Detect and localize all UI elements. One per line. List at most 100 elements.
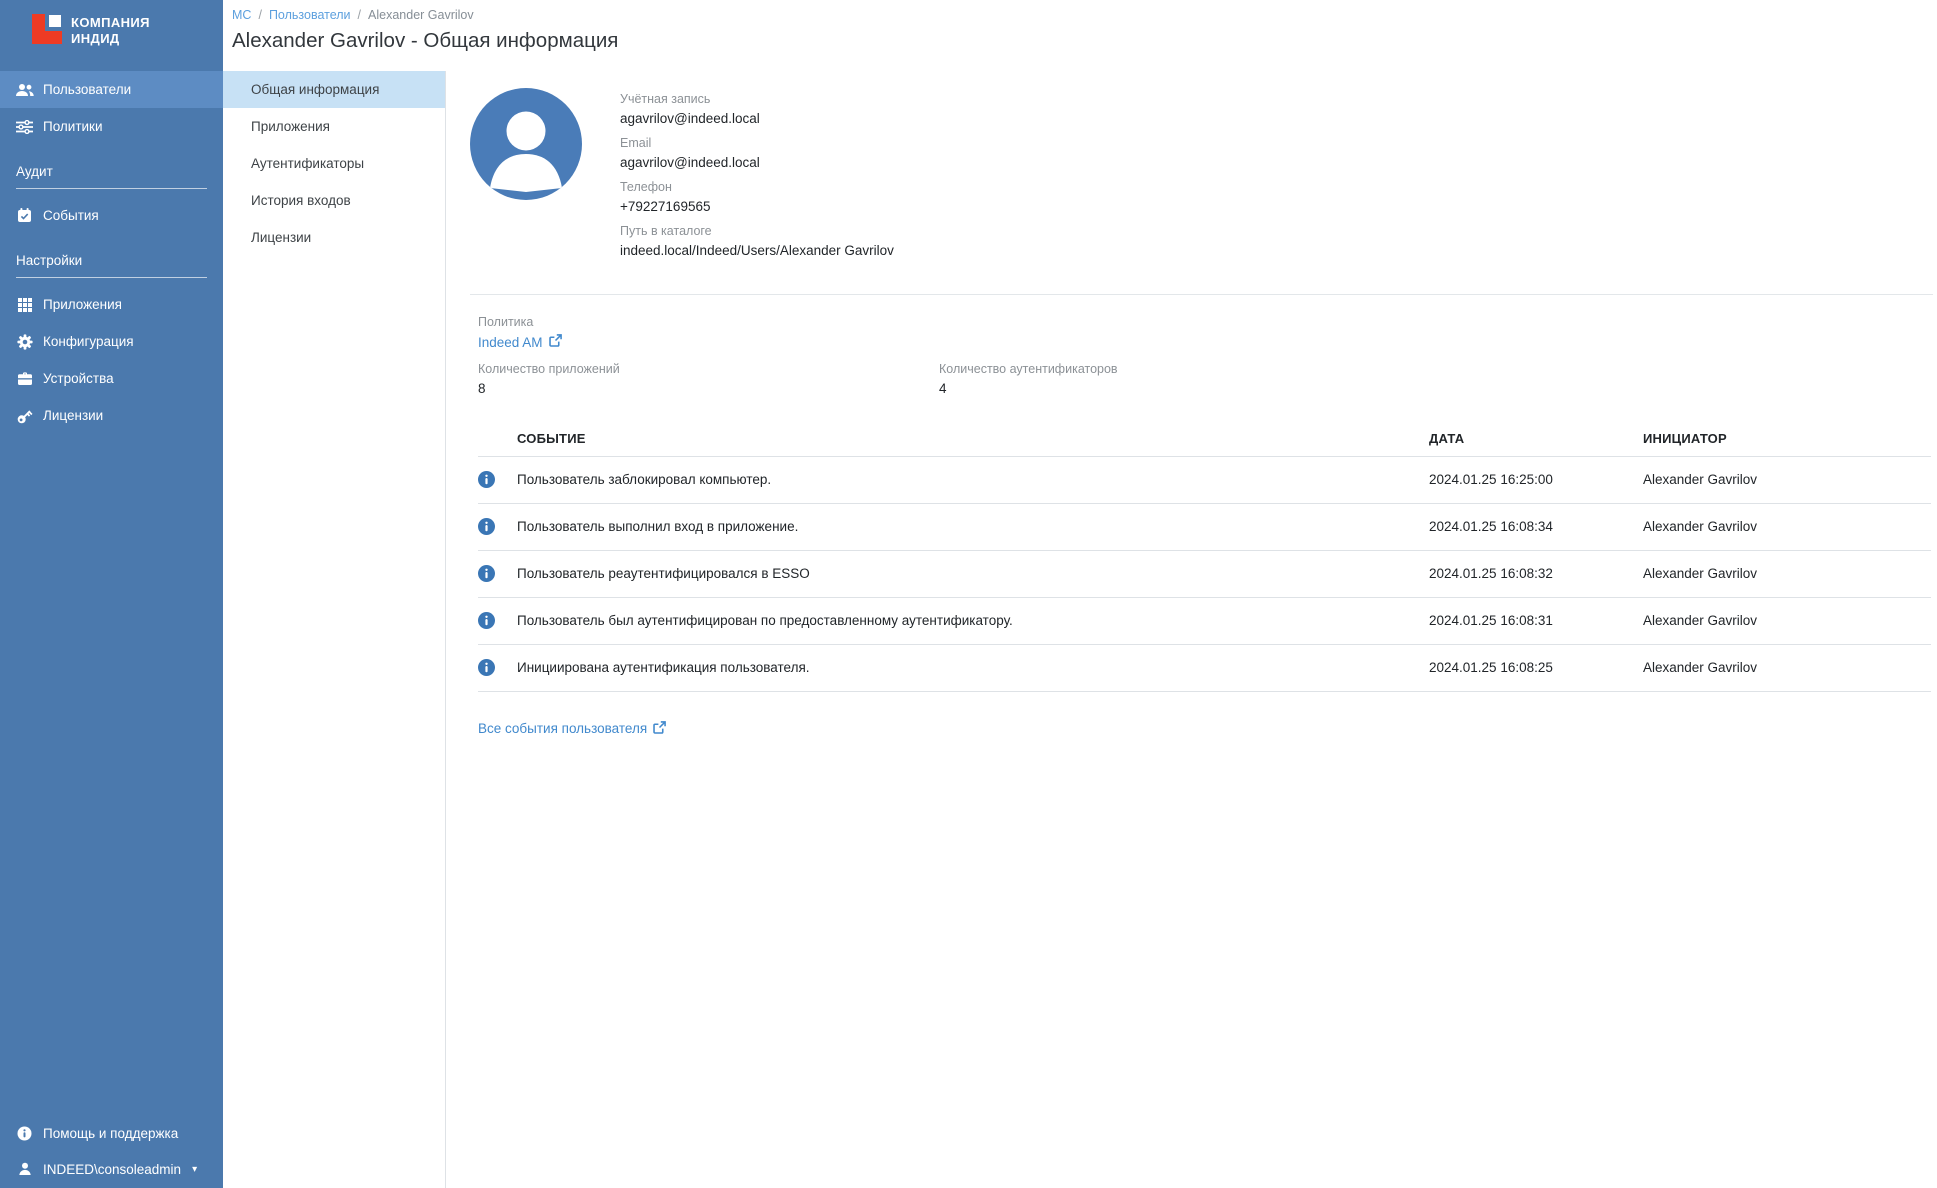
user-tabs: Общая информация Приложения Аутентификат…: [223, 71, 446, 1188]
stat-value: 4: [939, 381, 1400, 396]
table-row[interactable]: Пользователь был аутентифицирован по пре…: [478, 598, 1931, 645]
main-content: Учётная запись agavrilov@indeed.local Em…: [446, 71, 1937, 1188]
sidebar-item-users[interactable]: Пользователи: [0, 71, 223, 108]
field-value: agavrilov@indeed.local: [620, 111, 894, 126]
field-label: Email: [620, 136, 894, 150]
info-circle-icon[interactable]: [478, 659, 517, 676]
event-initiator: Alexander Gavrilov: [1643, 613, 1931, 628]
table-row[interactable]: Инициирована аутентификация пользователя…: [478, 645, 1931, 692]
account-label: INDEED\consoleadmin: [43, 1162, 181, 1177]
sidebar-item-licenses[interactable]: Лицензии: [0, 397, 223, 434]
table-row[interactable]: Пользователь заблокировал компьютер. 202…: [478, 457, 1931, 504]
event-initiator: Alexander Gavrilov: [1643, 566, 1931, 581]
sidebar-item-devices[interactable]: Устройства: [0, 360, 223, 397]
company-logo[interactable]: КОМПАНИЯ ИНДИД: [0, 0, 223, 62]
body-row: Общая информация Приложения Аутентификат…: [223, 71, 1937, 1188]
policy-link[interactable]: Indeed AM: [478, 334, 562, 350]
event-initiator: Alexander Gavrilov: [1643, 519, 1931, 534]
sidebar-item-label: Конфигурация: [43, 334, 134, 349]
all-user-events-link[interactable]: Все события пользователя: [478, 721, 666, 737]
breadcrumb: MC / Пользователи / Alexander Gavrilov: [232, 8, 1937, 22]
sidebar-item-applications[interactable]: Приложения: [0, 286, 223, 323]
breadcrumb-current: Alexander Gavrilov: [368, 8, 474, 22]
sidebar-item-label: События: [43, 208, 99, 223]
breadcrumb-separator: /: [358, 8, 361, 22]
stat-applications-count: Количество приложений 8: [478, 362, 939, 396]
chevron-down-icon: ▾: [192, 1164, 197, 1175]
sidebar-item-label: Устройства: [43, 371, 114, 386]
sidebar-item-label: Приложения: [43, 297, 122, 312]
column-header-initiator: ИНИЦИАТОР: [1643, 431, 1931, 446]
tab-licenses[interactable]: Лицензии: [223, 219, 445, 256]
sidebar-item-label: Пользователи: [43, 82, 131, 97]
sidebar-item-configuration[interactable]: Конфигурация: [0, 323, 223, 360]
external-link-icon: [549, 334, 562, 350]
profile-fields: Учётная запись agavrilov@indeed.local Em…: [620, 88, 894, 268]
tab-general-info[interactable]: Общая информация: [223, 71, 445, 108]
primary-sidebar: КОМПАНИЯ ИНДИД Пользователи: [0, 0, 223, 1188]
field-value: indeed.local/Indeed/Users/Alexander Gavr…: [620, 243, 894, 258]
table-row[interactable]: Пользователь выполнил вход в приложение.…: [478, 504, 1931, 551]
field-phone: Телефон +79227169565: [620, 180, 894, 214]
help-support-item[interactable]: Помощь и поддержка: [0, 1115, 223, 1151]
calendar-check-icon: [15, 208, 34, 223]
policy-block: Политика Indeed AM: [478, 315, 1933, 352]
sidebar-section-settings: Настройки: [0, 248, 223, 272]
breadcrumb-link-users[interactable]: Пользователи: [269, 8, 351, 22]
app-window: КОМПАНИЯ ИНДИД Пользователи: [0, 0, 1937, 1188]
sidebar-divider: [16, 188, 207, 189]
event-text: Пользователь реаутентифицировался в ESSO: [517, 566, 1429, 581]
tab-applications[interactable]: Приложения: [223, 108, 445, 145]
info-circle-icon[interactable]: [478, 612, 517, 629]
external-link-icon: [653, 721, 666, 737]
page-title: Alexander Gavrilov - Общая информация: [232, 29, 1937, 53]
devices-icon: [15, 372, 34, 385]
user-icon: [15, 1162, 34, 1176]
event-initiator: Alexander Gavrilov: [1643, 660, 1931, 675]
all-user-events-label: Все события пользователя: [478, 721, 647, 736]
main-nav: Пользователи Политики: [0, 71, 223, 434]
breadcrumb-separator: /: [258, 8, 261, 22]
event-text: Пользователь выполнил вход в приложение.: [517, 519, 1429, 534]
column-header-date: ДАТА: [1429, 431, 1643, 446]
field-label: Путь в каталоге: [620, 224, 894, 238]
gear-icon: [15, 334, 34, 350]
tab-login-history[interactable]: История входов: [223, 182, 445, 219]
sidebar-item-label: Лицензии: [43, 408, 103, 423]
table-row[interactable]: Пользователь реаутентифицировался в ESSO…: [478, 551, 1931, 598]
content-column: MC / Пользователи / Alexander Gavrilov A…: [223, 0, 1937, 1188]
event-date: 2024.01.25 16:08:32: [1429, 566, 1643, 581]
sidebar-item-label: Политики: [43, 119, 103, 134]
stat-authenticators-count: Количество аутентификаторов 4: [939, 362, 1400, 396]
info-circle-icon[interactable]: [478, 471, 517, 488]
key-icon: [15, 408, 34, 424]
company-logo-icon: [32, 14, 62, 49]
field-label: Учётная запись: [620, 92, 894, 106]
event-text: Пользователь заблокировал компьютер.: [517, 472, 1429, 487]
account-menu[interactable]: INDEED\consoleadmin ▾: [0, 1151, 223, 1187]
sidebar-item-events[interactable]: События: [0, 197, 223, 234]
tab-authenticators[interactable]: Аутентификаторы: [223, 145, 445, 182]
event-initiator: Alexander Gavrilov: [1643, 472, 1931, 487]
breadcrumb-link-mc[interactable]: MC: [232, 8, 251, 22]
field-value: +79227169565: [620, 199, 894, 214]
section-divider: [470, 294, 1933, 295]
events-footer: Все события пользователя: [478, 716, 1933, 739]
topbar: MC / Пользователи / Alexander Gavrilov A…: [223, 0, 1937, 71]
column-header-event: СОБЫТИЕ: [517, 431, 1429, 446]
event-text: Пользователь был аутентифицирован по пре…: [517, 613, 1429, 628]
user-profile-card: Учётная запись agavrilov@indeed.local Em…: [470, 88, 1933, 268]
field-directory-path: Путь в каталоге indeed.local/Indeed/User…: [620, 224, 894, 258]
avatar: [470, 88, 582, 268]
info-circle-icon[interactable]: [478, 565, 517, 582]
sliders-icon: [15, 120, 34, 134]
grid-icon: [15, 298, 34, 312]
info-circle-icon[interactable]: [478, 518, 517, 535]
events-table-header: СОБЫТИЕ ДАТА ИНИЦИАТОР: [478, 422, 1931, 457]
stat-value: 8: [478, 381, 939, 396]
policy-label: Политика: [478, 315, 1933, 329]
info-icon: [15, 1126, 34, 1141]
help-support-label: Помощь и поддержка: [43, 1126, 178, 1141]
company-name: КОМПАНИЯ ИНДИД: [71, 15, 150, 48]
sidebar-item-policies[interactable]: Политики: [0, 108, 223, 145]
